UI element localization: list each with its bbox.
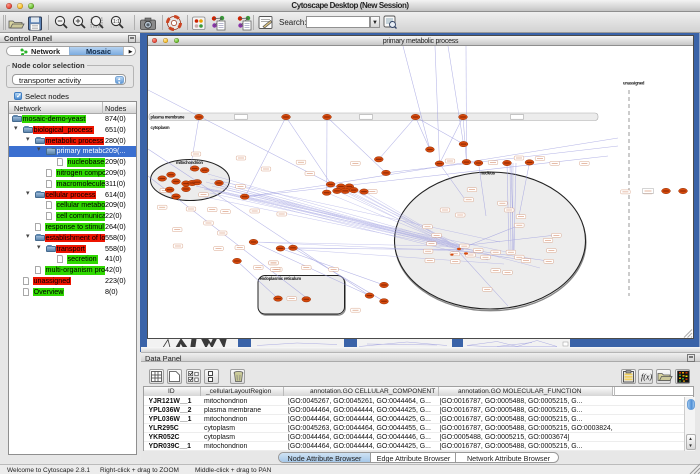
svg-text:1:1: 1:1 — [113, 19, 120, 25]
svg-text:endoplasmic reticulum: endoplasmic reticulum — [260, 276, 302, 281]
svg-text:mitochondrion: mitochondrion — [176, 160, 203, 165]
svg-text:unassigned: unassigned — [623, 80, 645, 85]
svg-text:plasma membrane: plasma membrane — [151, 114, 186, 119]
svg-text:nucleus: nucleus — [481, 170, 496, 175]
svg-text:f(x): f(x) — [641, 373, 652, 382]
svg-text:cytoplasm: cytoplasm — [151, 125, 170, 130]
